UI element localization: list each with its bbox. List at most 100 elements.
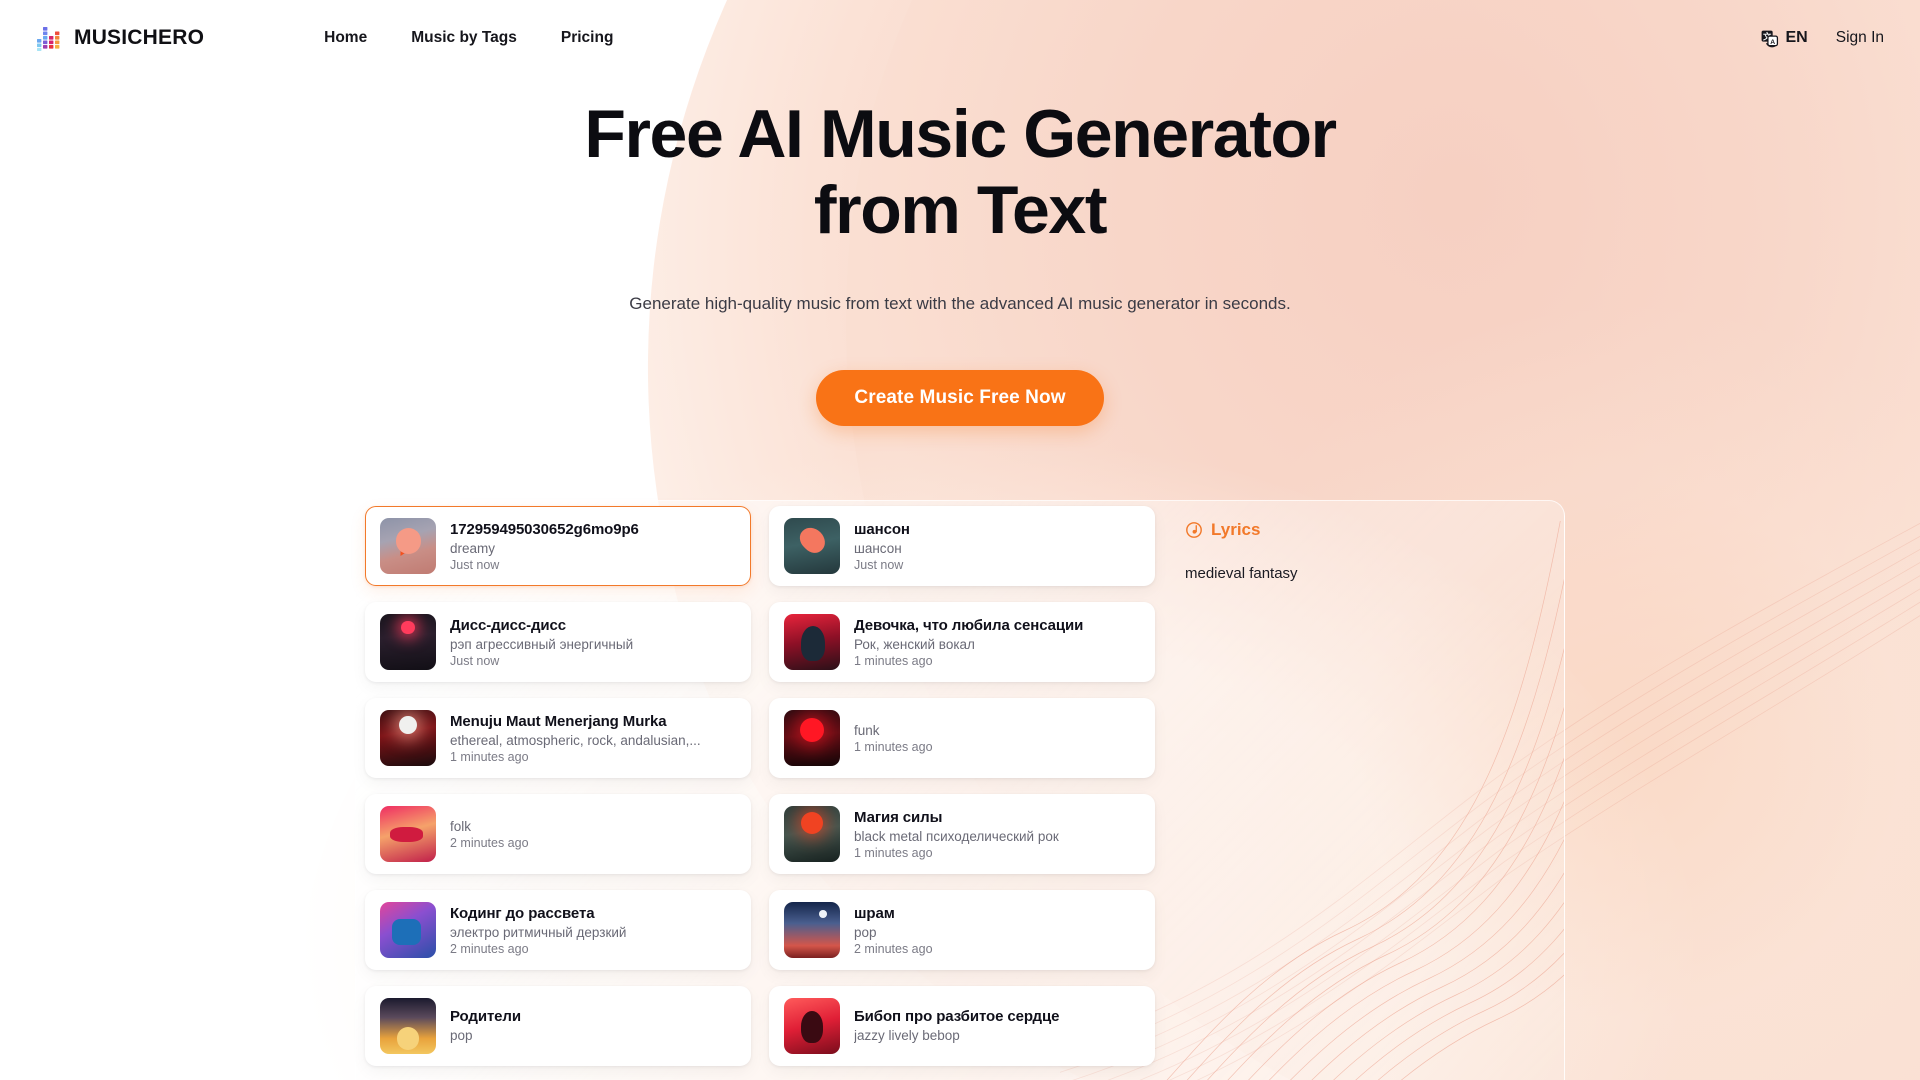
track-tags: funk: [854, 722, 880, 738]
track-time: 1 minutes ago: [854, 845, 933, 860]
lyrics-panel: Lyrics medieval fantasy: [1185, 520, 1515, 586]
track-card[interactable]: Кодинг до рассвета электро ритмичный дер…: [365, 890, 751, 970]
track-time: 2 minutes ago: [854, 941, 933, 956]
track-column-left: 172959495030652g6mo9p6 dreamy Just now Д…: [365, 506, 751, 1066]
track-time: Just now: [854, 557, 904, 572]
nav-item-music-by-tags[interactable]: Music by Tags: [411, 29, 517, 47]
track-time: 2 minutes ago: [450, 941, 529, 956]
track-thumbnail[interactable]: [784, 614, 840, 670]
track-title: Бибоп про разбитое сердце: [854, 1007, 1060, 1025]
track-tags: электро ритмичный дерзкий: [450, 924, 627, 940]
language-selector[interactable]: 文 A EN: [1760, 29, 1808, 48]
track-thumbnail[interactable]: [380, 998, 436, 1054]
music-disc-icon: [1186, 522, 1202, 538]
track-title: Menuju Maut Menerjang Murka: [450, 712, 667, 730]
track-time: Just now: [450, 653, 500, 668]
track-card[interactable]: folk 2 minutes ago: [365, 794, 751, 874]
track-thumbnail[interactable]: [380, 902, 436, 958]
language-label: EN: [1785, 29, 1808, 46]
track-title: Магия силы: [854, 808, 943, 826]
track-title: Кодинг до рассвета: [450, 904, 595, 922]
track-thumbnail[interactable]: [784, 998, 840, 1054]
track-tags: pop: [450, 1027, 473, 1043]
track-tags: Рок, женский вокал: [854, 636, 975, 652]
track-thumbnail[interactable]: [380, 806, 436, 862]
track-column-right: шансон шансон Just now Девочка, что люби…: [769, 506, 1155, 1066]
lyrics-title: Lyrics: [1211, 520, 1261, 539]
track-thumbnail[interactable]: [784, 806, 840, 862]
track-meta: folk 2 minutes ago: [450, 819, 736, 850]
track-meta: Бибоп про разбитое сердце jazzy lively b…: [854, 1008, 1140, 1045]
track-card[interactable]: funk 1 minutes ago: [769, 698, 1155, 778]
track-meta: шрам pop 2 minutes ago: [854, 905, 1140, 956]
track-thumbnail[interactable]: [380, 614, 436, 670]
lyrics-content: medieval fantasy: [1185, 565, 1298, 582]
panel-wave-lines-icon: [1166, 521, 1564, 1080]
track-meta: 172959495030652g6mo9p6 dreamy Just now: [450, 521, 736, 572]
nav-item-home[interactable]: Home: [324, 29, 367, 47]
track-tags: шансон: [854, 540, 902, 556]
equalizer-logo-icon: [37, 27, 60, 51]
track-meta: Магия силы black metal психоделический р…: [854, 809, 1140, 860]
brand-logo[interactable]: MUSICHERO: [36, 25, 204, 51]
track-time: 1 minutes ago: [854, 739, 933, 754]
track-time: 2 minutes ago: [450, 835, 529, 850]
nav-item-pricing[interactable]: Pricing: [561, 29, 614, 47]
track-time: 1 minutes ago: [450, 749, 529, 764]
hero-title-line-1: Free AI Music Generator: [584, 96, 1337, 172]
page-root: MUSICHERO Home Music by Tags Pricing 文 A…: [0, 0, 1920, 1080]
track-tags: pop: [854, 924, 877, 940]
track-card[interactable]: 172959495030652g6mo9p6 dreamy Just now: [365, 506, 751, 586]
translate-icon: 文 A: [1761, 30, 1778, 47]
track-thumbnail[interactable]: [380, 518, 436, 574]
track-tags: рэп агрессивный энергичный: [450, 636, 634, 652]
track-card[interactable]: шрам pop 2 minutes ago: [769, 890, 1155, 970]
track-meta: Дисс-дисс-дисс рэп агрессивный энергичны…: [450, 617, 736, 668]
track-tags: folk: [450, 818, 472, 834]
track-title: шрам: [854, 904, 895, 922]
track-tags: black metal психоделический рок: [854, 828, 1059, 844]
track-card[interactable]: Магия силы black metal психоделический р…: [769, 794, 1155, 874]
track-title: шансон: [854, 520, 910, 538]
track-list: 172959495030652g6mo9p6 dreamy Just now Д…: [365, 506, 1155, 1066]
site-header: MUSICHERO Home Music by Tags Pricing 文 A…: [0, 0, 1920, 76]
track-card[interactable]: Menuju Maut Menerjang Murka ethereal, at…: [365, 698, 751, 778]
track-thumbnail[interactable]: [784, 902, 840, 958]
track-tags: ethereal, atmospheric, rock, andalusian,…: [450, 732, 701, 748]
track-meta: Menuju Maut Menerjang Murka ethereal, at…: [450, 713, 736, 764]
track-card[interactable]: Бибоп про разбитое сердце jazzy lively b…: [769, 986, 1155, 1066]
play-icon[interactable]: [400, 536, 416, 556]
track-title: Дисс-дисс-дисс: [450, 616, 567, 634]
brand-name: MUSICHERO: [74, 26, 205, 49]
track-thumbnail[interactable]: [380, 710, 436, 766]
hero-section: Free AI Music Generator from Text Genera…: [0, 96, 1920, 427]
track-meta: funk 1 minutes ago: [854, 723, 1140, 754]
track-tags: jazzy lively bebop: [854, 1027, 960, 1043]
track-title: Девочка, что любила сенсации: [854, 616, 1084, 634]
track-meta: шансон шансон Just now: [854, 521, 1140, 572]
track-card[interactable]: Родители pop: [365, 986, 751, 1066]
main-nav: Home Music by Tags Pricing: [324, 29, 613, 47]
track-card[interactable]: шансон шансон Just now: [769, 506, 1155, 586]
track-thumbnail[interactable]: [784, 518, 840, 574]
hero-subtitle: Generate high-quality music from text wi…: [629, 294, 1291, 314]
hero-title-line-2: from Text: [813, 172, 1108, 249]
svg-text:A: A: [1770, 39, 1775, 46]
track-card[interactable]: Дисс-дисс-дисс рэп агрессивный энергичны…: [365, 602, 751, 682]
track-time: Just now: [450, 557, 500, 572]
track-title: Родители: [450, 1007, 521, 1025]
track-tags: dreamy: [450, 540, 496, 556]
create-music-button[interactable]: Create Music Free Now: [816, 370, 1104, 427]
header-actions: 文 A EN Sign In: [1760, 29, 1884, 48]
page-title: Free AI Music Generator from Text: [480, 96, 1440, 248]
track-meta: Родители pop: [450, 1008, 736, 1045]
track-card[interactable]: Девочка, что любила сенсации Рок, женски…: [769, 602, 1155, 682]
lyrics-header: Lyrics: [1185, 520, 1515, 540]
track-title: 172959495030652g6mo9p6: [450, 520, 639, 538]
track-meta: Кодинг до рассвета электро ритмичный дер…: [450, 905, 736, 956]
hero-cta-wrap: Create Music Free Now: [0, 370, 1920, 427]
track-meta: Девочка, что любила сенсации Рок, женски…: [854, 617, 1140, 668]
track-time: 1 minutes ago: [854, 653, 933, 668]
track-thumbnail[interactable]: [784, 710, 840, 766]
sign-in-button[interactable]: Sign In: [1836, 29, 1884, 47]
